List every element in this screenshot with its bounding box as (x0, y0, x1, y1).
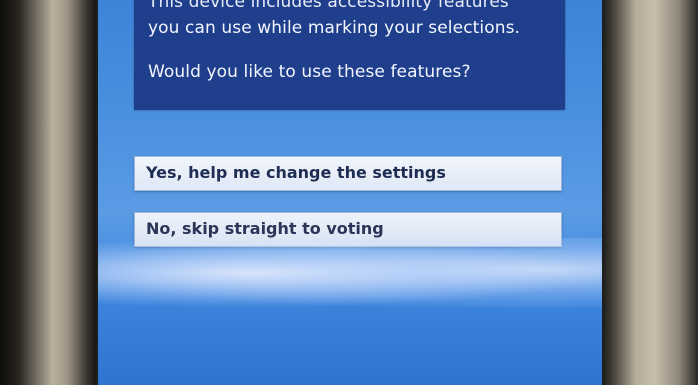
no-skip-to-voting-button[interactable]: No, skip straight to voting (134, 212, 562, 247)
accessibility-info-panel: This device includes accessibility featu… (134, 0, 565, 110)
yes-button-label: Yes, help me change the settings (146, 163, 446, 182)
screen-glare (98, 238, 602, 308)
kiosk-screen: This device includes accessibility featu… (98, 0, 602, 385)
info-text-line-top: This device includes accessibility featu… (148, 0, 509, 12)
info-text-line-1: you can use while marking your selection… (148, 18, 521, 38)
yes-change-settings-button[interactable]: Yes, help me change the settings (134, 156, 562, 191)
info-text-question: Would you like to use these features? (148, 62, 471, 82)
kiosk-bezel-left (0, 0, 96, 385)
kiosk-bezel-right (602, 0, 698, 385)
voting-kiosk-photo: This device includes accessibility featu… (0, 0, 698, 385)
no-button-label: No, skip straight to voting (146, 219, 384, 238)
